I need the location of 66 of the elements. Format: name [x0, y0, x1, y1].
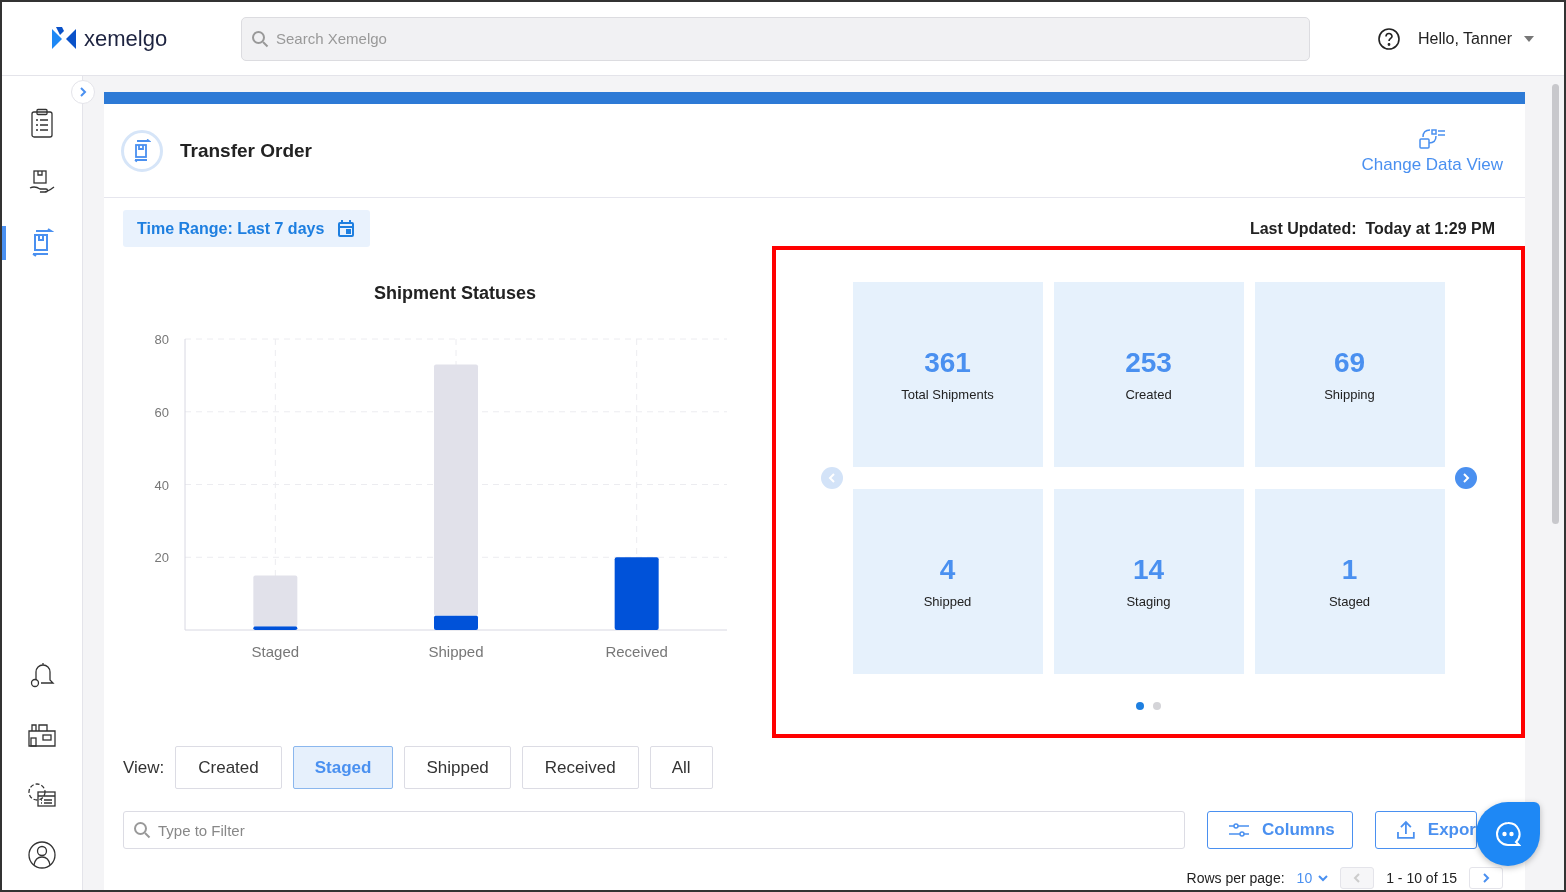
page-dot[interactable]: [1153, 702, 1161, 710]
columns-button[interactable]: Columns: [1207, 811, 1353, 849]
metric-value: 253: [1125, 347, 1172, 379]
metric-value: 4: [939, 554, 956, 586]
metric-value: 69: [1333, 347, 1366, 379]
metric-label: Created: [1125, 387, 1172, 402]
sliders-icon: [1228, 822, 1250, 838]
factory-icon: [27, 722, 57, 748]
page-dot[interactable]: [1136, 702, 1144, 710]
collapse-button[interactable]: [71, 80, 95, 104]
chart-title: Shipment Statuses: [372, 283, 537, 304]
page-range: 1 - 10 of 15: [1386, 870, 1457, 886]
logo-text: xemelgo: [84, 25, 168, 52]
axis-category-label: Staged: [251, 643, 300, 660]
view-tab[interactable]: Created: [175, 746, 282, 789]
search-field[interactable]: Search Xemelgo: [241, 16, 1310, 61]
rows-per-page-select[interactable]: 10: [1296, 870, 1329, 886]
logo-icon: [52, 26, 76, 51]
upload-icon: [1396, 820, 1416, 840]
metric-label: Staging: [1126, 594, 1171, 609]
axis-tick-label: 20: [154, 550, 169, 566]
last-updated-text: Last Updated: Today at 1:29 PM: [1249, 219, 1496, 239]
rows-per-page-label: Rows per page:: [1186, 870, 1285, 886]
view-tab[interactable]: All: [649, 746, 713, 789]
chevron-down-icon: [1318, 873, 1329, 883]
search-icon: [133, 821, 151, 839]
axis-tick-label: 60: [154, 404, 169, 420]
next-page-button[interactable]: [1469, 867, 1503, 889]
gear-list-icon: [27, 781, 57, 809]
axis-category-label: Shipped: [428, 643, 484, 660]
export-button[interactable]: Expor: [1375, 811, 1477, 849]
user-icon: [27, 840, 57, 870]
metric-label: Staged: [1328, 594, 1371, 609]
filter-field[interactable]: Type to Filter: [123, 811, 1185, 849]
axis-category-label: Received: [605, 643, 668, 660]
metric-value: 1: [1341, 554, 1358, 586]
transfer-box-icon: [30, 228, 54, 258]
change-data-view-button[interactable]: Change Data View: [1361, 126, 1503, 175]
view-tab[interactable]: Received: [521, 746, 639, 789]
metric-label: Shipping: [1324, 387, 1375, 402]
axis-tick-label: 40: [154, 477, 169, 493]
transfer-box-icon: [121, 129, 163, 172]
clipboard-icon: [30, 108, 54, 138]
chevron-right-icon: [1481, 873, 1491, 883]
view-tab[interactable]: Shipped: [404, 746, 511, 789]
metric-value: 14: [1132, 554, 1165, 586]
axis-tick-label: 80: [154, 332, 169, 347]
calendar-icon: [338, 220, 355, 237]
chevron-right-icon: [78, 87, 88, 97]
metric-value: 361: [924, 347, 971, 379]
next-button[interactable]: [1454, 467, 1477, 489]
metric-label: Total Shipments: [901, 387, 994, 402]
chevron-left-icon: [1352, 873, 1363, 883]
view-tab[interactable]: Staged: [292, 746, 394, 789]
search-icon: [251, 29, 269, 48]
help-icon[interactable]: [1378, 27, 1400, 50]
time-range-button[interactable]: Time Range: Last 7 days: [123, 210, 371, 247]
chat-icon: [1495, 821, 1521, 847]
user-menu[interactable]: Hello, Tanner: [1418, 29, 1534, 48]
chevron-left-icon: [826, 473, 837, 483]
view-label: View:: [123, 757, 165, 778]
caret-icon: [1524, 35, 1534, 42]
shapes-swap-icon: [1418, 126, 1447, 151]
metric-label: Shipped: [923, 594, 972, 609]
page-title: Transfer Order: [180, 139, 312, 162]
chevron-right-icon: [1460, 473, 1471, 483]
